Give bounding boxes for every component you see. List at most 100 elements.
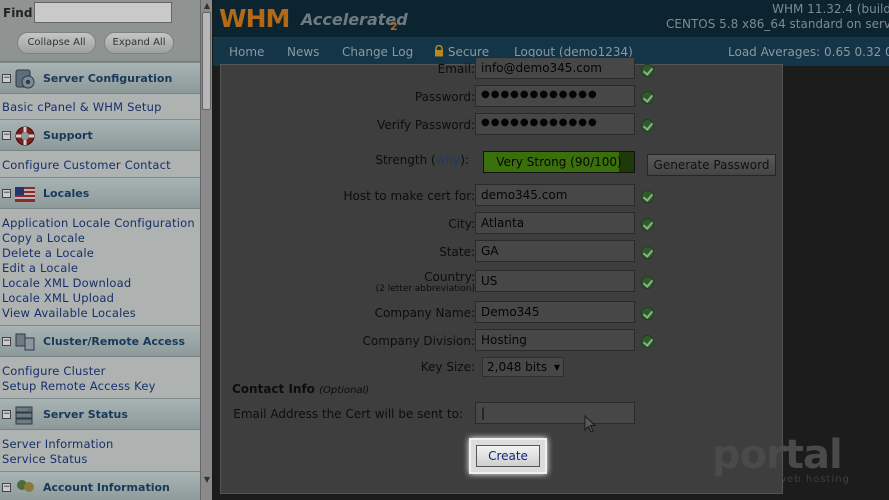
- find-input[interactable]: [34, 2, 172, 23]
- scroll-thumb[interactable]: [202, 12, 211, 110]
- sidebar-link-locale-config[interactable]: Application Locale Configuration: [2, 216, 195, 230]
- email-label: Email:: [437, 62, 475, 76]
- sidebar-link-copy-locale[interactable]: Copy a Locale: [2, 231, 85, 245]
- nav-home[interactable]: Home: [229, 45, 264, 59]
- section-title: Account Information: [43, 481, 170, 494]
- valid-check-icon: [641, 91, 654, 104]
- section-title: Server Configuration: [43, 72, 173, 85]
- section-locales[interactable]: − Locales: [0, 177, 200, 209]
- expand-all-button[interactable]: Expand All: [104, 32, 174, 54]
- keysize-label: Key Size:: [420, 360, 475, 374]
- nav-news[interactable]: News: [287, 45, 319, 59]
- country-label: Country:: [424, 270, 475, 284]
- section-cluster-remote-access[interactable]: − Cluster/Remote Access: [0, 325, 200, 357]
- collapse-toggle-icon[interactable]: −: [2, 131, 11, 140]
- collapse-all-button[interactable]: Collapse All: [17, 32, 96, 54]
- app-header: WHM Accelerated 2 WHM 11.32.4 (build CEN…: [213, 0, 889, 38]
- os-info: CENTOS 5.8 x86_64 standard on serv: [666, 17, 889, 31]
- lock-icon: [435, 44, 443, 57]
- city-field[interactable]: Atlanta: [475, 212, 635, 234]
- valid-check-icon: [641, 218, 654, 231]
- host-field[interactable]: demo345.com: [475, 184, 635, 206]
- cert-email-label: Email Address the Cert will be sent to:: [233, 407, 463, 421]
- section-title: Server Status: [43, 408, 128, 421]
- verify-password-label: Verify Password:: [377, 118, 475, 132]
- collapse-toggle-icon[interactable]: −: [2, 337, 11, 346]
- sidebar-link-view-locales[interactable]: View Available Locales: [2, 306, 136, 320]
- load-averages: Load Averages: 0.65 0.32 0: [728, 45, 889, 59]
- cluster-icon: [15, 333, 35, 351]
- section-support[interactable]: − Support: [0, 119, 200, 151]
- valid-check-icon: [641, 246, 654, 259]
- create-button[interactable]: Create: [476, 445, 540, 467]
- sidebar-link-locale-xml-upload[interactable]: Locale XML Upload: [2, 291, 114, 305]
- division-label: Company Division:: [362, 334, 476, 348]
- valid-check-icon: [641, 276, 654, 289]
- sidebar-link-delete-locale[interactable]: Delete a Locale: [2, 246, 94, 260]
- sidebar-scrollbar[interactable]: ▲ ▼: [200, 0, 212, 500]
- version-info: WHM 11.32.4 (build: [772, 2, 889, 16]
- city-label: City:: [448, 217, 475, 231]
- sidebar-link-configure-cluster[interactable]: Configure Cluster: [2, 364, 106, 378]
- cert-email-field[interactable]: |: [475, 402, 635, 424]
- server-config-icon: [15, 69, 35, 89]
- us-flag-icon: [15, 187, 35, 202]
- valid-check-icon: [641, 190, 654, 203]
- server-status-icon: [15, 406, 33, 425]
- strength-label: Strength (why):: [375, 153, 469, 167]
- strength-text: Very Strong (90/100): [496, 155, 622, 169]
- section-title: Cluster/Remote Access: [43, 335, 185, 348]
- sidebar-link-customer-contact[interactable]: Configure Customer Contact: [2, 158, 171, 172]
- section-title: Locales: [43, 187, 90, 200]
- collapse-toggle-icon[interactable]: −: [2, 74, 11, 83]
- optional-note: (Optional): [319, 385, 370, 396]
- section-server-status[interactable]: − Server Status: [0, 398, 200, 430]
- nav-change-log[interactable]: Change Log: [342, 45, 413, 59]
- valid-check-icon: [641, 307, 654, 320]
- portal-watermark-logo: portal: [712, 432, 843, 478]
- sidebar: Find Collapse All Expand All − Server Co…: [0, 0, 212, 500]
- collapse-toggle-icon[interactable]: −: [2, 189, 11, 198]
- section-server-configuration[interactable]: − Server Configuration: [0, 62, 200, 94]
- contact-info-title: Contact Info: [232, 382, 315, 396]
- scroll-up-arrow-icon[interactable]: ▲: [201, 0, 212, 12]
- state-field[interactable]: GA: [475, 240, 635, 262]
- division-field[interactable]: Hosting: [475, 329, 635, 351]
- section-account-information[interactable]: − Account Information: [0, 471, 200, 500]
- whm-logo[interactable]: WHM: [219, 4, 290, 33]
- valid-check-icon: [641, 64, 654, 77]
- sidebar-link-basic-setup[interactable]: Basic cPanel & WHM Setup: [2, 100, 162, 114]
- valid-check-icon: [641, 119, 654, 132]
- password-field[interactable]: ●●●●●●●●●●●●: [475, 85, 635, 107]
- create-button-highlight: Create: [469, 438, 547, 474]
- sidebar-link-edit-locale[interactable]: Edit a Locale: [2, 261, 78, 275]
- company-field[interactable]: Demo345: [475, 301, 635, 323]
- collapse-toggle-icon[interactable]: −: [2, 410, 11, 419]
- country-field[interactable]: US: [475, 270, 635, 292]
- generate-password-button[interactable]: Generate Password: [647, 154, 776, 176]
- sidebar-link-locale-xml-download[interactable]: Locale XML Download: [2, 276, 131, 290]
- sidebar-link-server-information[interactable]: Server Information: [2, 437, 114, 451]
- sidebar-link-service-status[interactable]: Service Status: [2, 452, 88, 466]
- strength-label-close: ):: [460, 153, 469, 167]
- account-info-icon: [17, 480, 34, 492]
- email-field[interactable]: info@demo345.com: [475, 57, 635, 79]
- scroll-down-arrow-icon[interactable]: ▼: [201, 474, 212, 486]
- password-strength-meter: Very Strong (90/100): [483, 151, 635, 173]
- verify-password-field[interactable]: ●●●●●●●●●●●●: [475, 113, 635, 135]
- section-title: Support: [43, 129, 93, 142]
- sidebar-link-remote-access-key[interactable]: Setup Remote Access Key: [2, 379, 156, 393]
- host-label: Host to make cert for:: [343, 189, 475, 203]
- strength-why-link[interactable]: why: [436, 153, 461, 167]
- password-label: Password:: [414, 90, 475, 104]
- ssl-cert-form: Email: info@demo345.com Password: ●●●●●●…: [220, 57, 783, 494]
- valid-check-icon: [641, 335, 654, 348]
- country-note: (2 letter abbreviation): [375, 284, 475, 294]
- mouse-cursor-icon: [584, 415, 596, 433]
- collapse-toggle-icon[interactable]: −: [2, 483, 11, 492]
- company-label: Company Name:: [374, 306, 475, 320]
- strength-label-text: Strength (: [375, 153, 436, 167]
- keysize-select[interactable]: 2,048 bits ▼: [482, 357, 564, 377]
- find-bar: Find Collapse All Expand All: [0, 0, 200, 62]
- contact-info-heading: Contact Info (Optional): [232, 382, 369, 396]
